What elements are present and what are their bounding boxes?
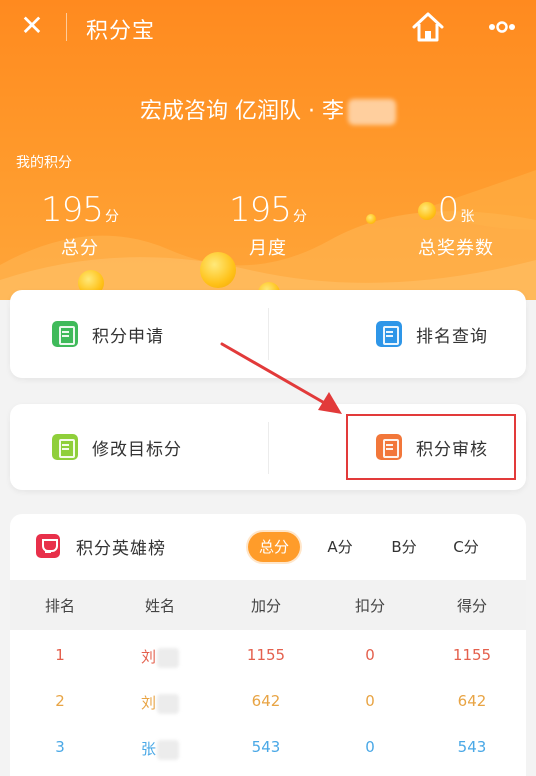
leaderboard-header: 积分英雄榜 总分 A分 B分 C分	[10, 514, 526, 580]
team-info: 宏成咨询 亿润队 · 李	[0, 93, 536, 125]
table-row[interactable]: 2 刘 642 0 642	[10, 680, 526, 726]
score-apply-icon	[52, 321, 78, 347]
stat-total-value: 195	[41, 190, 104, 230]
app-title: 积分宝	[86, 19, 156, 44]
row-rank: 3	[55, 738, 65, 756]
stat-total-label: 总分	[61, 238, 99, 259]
team-text: 宏成咨询 亿润队 · 李	[140, 99, 344, 124]
tab-c[interactable]: C分	[448, 532, 484, 562]
row-name: 刘	[110, 692, 210, 714]
close-icon[interactable]: ✕	[14, 8, 50, 44]
row-add: 1155	[246, 646, 286, 664]
score-apply-button[interactable]: 积分申请	[52, 290, 164, 378]
column-header-score: 得分	[456, 597, 487, 615]
redacted-name	[157, 647, 179, 668]
column-header-add: 加分	[250, 597, 281, 615]
stat-coupons-unit: 张	[460, 209, 475, 225]
row-add: 642	[251, 692, 281, 710]
topbar-divider	[66, 13, 67, 41]
edit-target-label: 修改目标分	[92, 439, 182, 460]
row-deduct: 0	[365, 738, 375, 756]
tab-a[interactable]: A分	[322, 532, 358, 562]
card-divider	[268, 422, 269, 474]
row-score: 543	[457, 738, 487, 756]
row-name-text: 刘	[140, 648, 156, 666]
score-apply-label: 积分申请	[92, 326, 164, 347]
column-header-rank: 排名	[44, 597, 75, 615]
row-name: 张	[110, 738, 210, 760]
rank-query-label: 排名查询	[416, 326, 488, 347]
row-deduct: 0	[365, 646, 375, 664]
column-header-name: 姓名	[144, 597, 175, 615]
header-banner: ✕ 积分宝 宏成咨询 亿润队 · 李 我的积分 195 分 总分 195 分 月度 …	[0, 0, 536, 300]
rank-query-icon	[376, 321, 402, 347]
score-review-icon	[376, 434, 402, 460]
rank-query-button[interactable]: 排名查询	[376, 290, 488, 378]
redacted-name	[157, 739, 179, 760]
redacted-name	[157, 693, 179, 714]
table-row[interactable]: 1 刘 1155 0 1155	[10, 634, 526, 680]
row-deduct: 0	[365, 692, 375, 710]
row-name: 刘	[110, 646, 210, 668]
score-review-button[interactable]: 积分审核	[376, 404, 488, 490]
more-dots-icon[interactable]	[482, 12, 522, 42]
row-name-text: 刘	[140, 694, 156, 712]
score-review-label: 积分审核	[416, 439, 488, 460]
table-row[interactable]: 3 张 543 0 543	[10, 726, 526, 772]
home-icon[interactable]	[410, 10, 446, 44]
redacted-name	[347, 99, 396, 125]
leaderboard-title: 积分英雄榜	[76, 539, 166, 559]
tab-total[interactable]: 总分	[248, 532, 300, 562]
table-header: 排名 姓名 加分 扣分 得分	[10, 580, 526, 630]
coin-decoration	[366, 214, 376, 224]
column-header-deduct: 扣分	[354, 597, 385, 615]
top-bar: ✕ 积分宝	[0, 0, 536, 54]
my-points-label: 我的积分	[16, 155, 72, 171]
row-name-text: 张	[140, 740, 156, 758]
row-score: 642	[457, 692, 487, 710]
stat-monthly-unit: 分	[292, 209, 307, 225]
stat-monthly-label: 月度	[249, 238, 287, 259]
stat-coupons-value: 0	[437, 190, 460, 230]
stat-coupons[interactable]: 0张 总奖券数	[376, 190, 536, 260]
tab-b[interactable]: B分	[386, 532, 422, 562]
stat-coupons-label: 总奖券数	[418, 238, 494, 259]
card-divider	[268, 308, 269, 360]
row-add: 543	[251, 738, 281, 756]
trophy-icon	[36, 534, 60, 558]
row-rank: 2	[55, 692, 65, 710]
leaderboard: 积分英雄榜 总分 A分 B分 C分 排名 姓名 加分 扣分 得分 1 刘 115…	[10, 514, 526, 776]
stat-monthly-value: 195	[229, 190, 292, 230]
edit-target-button[interactable]: 修改目标分	[52, 404, 182, 490]
row-score: 1155	[452, 646, 492, 664]
stat-total[interactable]: 195 分 总分	[0, 190, 160, 260]
menu-card-top: 积分申请 排名查询	[10, 290, 526, 378]
row-rank: 1	[55, 646, 65, 664]
stat-monthly[interactable]: 195 分 月度	[188, 190, 348, 260]
menu-card-bottom: 修改目标分 积分审核	[10, 404, 526, 490]
edit-target-icon	[52, 434, 78, 460]
stat-total-unit: 分	[104, 209, 119, 225]
